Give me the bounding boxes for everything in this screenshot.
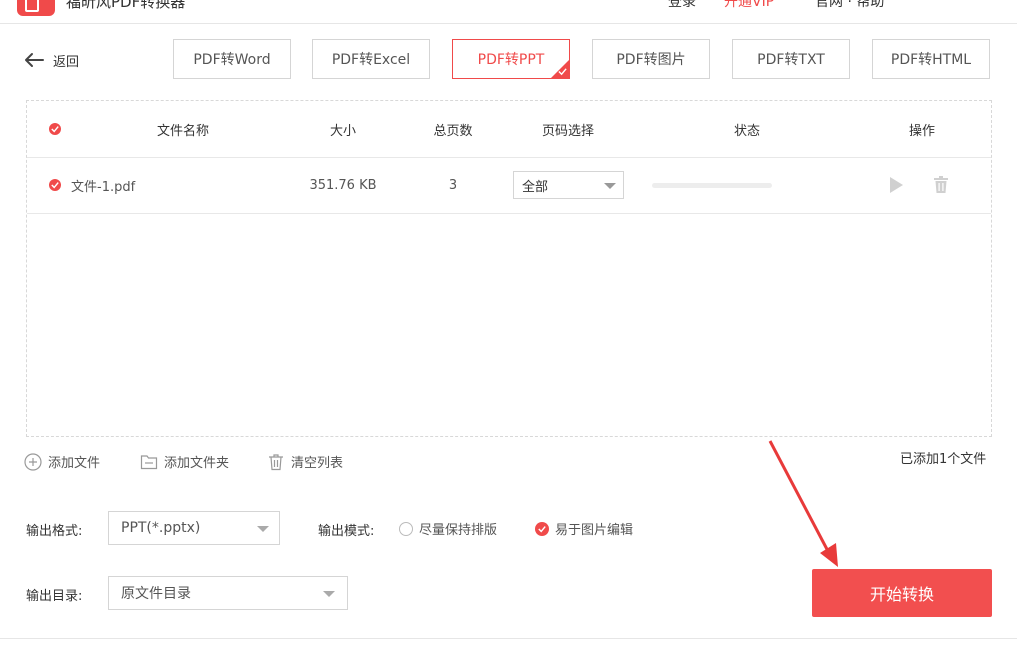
col-pages: 总页数 xyxy=(433,123,473,139)
login-link[interactable]: 登录 xyxy=(668,0,696,11)
tab-pdf-to-word[interactable]: PDF转Word xyxy=(173,39,291,79)
conversion-progress-bar xyxy=(652,183,772,188)
tab-pdf-to-image[interactable]: PDF转图片 xyxy=(592,39,710,79)
play-button[interactable] xyxy=(882,157,910,213)
file-size: 351.76 KB xyxy=(309,177,377,193)
mode-image-edit-radio[interactable]: 易于图片编辑 xyxy=(535,519,633,538)
output-format-select[interactable]: PPT(*.pptx) xyxy=(108,511,280,545)
output-format-value: PPT(*.pptx) xyxy=(121,520,201,536)
add-folder-label: 添加文件夹 xyxy=(164,456,230,471)
page-select-dropdown[interactable]: 全部 xyxy=(513,171,624,199)
chevron-down-icon xyxy=(323,591,335,597)
col-status: 状态 xyxy=(733,123,760,139)
table-header: 文件名称 大小 总页数 页码选择 状态 操作 xyxy=(27,101,991,158)
col-page-select: 页码选择 xyxy=(541,123,594,139)
tab-pdf-to-html[interactable]: PDF转HTML xyxy=(872,39,990,79)
start-convert-button[interactable]: 开始转换 xyxy=(812,569,992,617)
radio-unchecked-icon xyxy=(399,521,413,536)
tab-pdf-to-txt[interactable]: PDF转TXT xyxy=(732,39,850,79)
file-table: 文件名称 大小 总页数 页码选择 状态 操作 文件-1.pdf 351.76 K… xyxy=(26,100,992,437)
mode-keep-layout-label: 尽量保持排版 xyxy=(419,523,498,538)
clear-list-label: 清空列表 xyxy=(291,456,344,471)
vip-link[interactable]: 开通VIP xyxy=(724,0,774,11)
check-icon xyxy=(558,68,567,76)
back-label: 返回 xyxy=(53,54,80,70)
add-file-label: 添加文件 xyxy=(48,456,101,471)
output-mode-label: 输出模式: xyxy=(318,524,375,539)
check-icon xyxy=(51,126,59,133)
output-dir-select[interactable]: 原文件目录 xyxy=(108,576,348,610)
plus-circle-icon xyxy=(24,452,42,471)
output-dir-value: 原文件目录 xyxy=(121,586,191,602)
tab-label: PDF转图片 xyxy=(616,52,686,68)
back-button[interactable]: 返回 xyxy=(24,50,79,70)
tab-label: PDF转PPT xyxy=(477,52,545,68)
bottom-divider xyxy=(0,638,1017,639)
output-format-label: 输出格式: xyxy=(26,524,83,539)
trash-icon xyxy=(934,176,948,193)
col-actions: 操作 xyxy=(908,123,935,139)
delete-button[interactable] xyxy=(927,157,955,213)
added-count: 已添加1个文件 xyxy=(900,452,987,467)
radio-checked-icon xyxy=(535,521,549,536)
chevron-down-icon xyxy=(604,183,616,189)
check-icon xyxy=(51,182,59,189)
tab-label: PDF转Excel xyxy=(331,52,411,68)
arrow-left-icon xyxy=(25,53,44,67)
tab-label: PDF转TXT xyxy=(757,52,825,68)
table-row: 文件-1.pdf 351.76 KB 3 全部 xyxy=(27,157,991,214)
file-actions: 添加文件 添加文件夹 清空列表 xyxy=(24,430,354,471)
app-title: 福昕风PDF转换器 xyxy=(66,0,186,11)
file-name: 文件-1.pdf xyxy=(71,179,136,195)
mode-image-edit-label: 易于图片编辑 xyxy=(555,523,634,538)
row-checkbox[interactable] xyxy=(45,157,65,213)
page-select-value: 全部 xyxy=(522,179,549,195)
trash-icon xyxy=(269,453,283,470)
chevron-down-icon xyxy=(257,526,269,532)
tab-label: PDF转HTML xyxy=(890,52,972,68)
select-all-checkbox[interactable] xyxy=(45,101,65,157)
add-file-button[interactable]: 添加文件 xyxy=(24,452,100,471)
clear-list-button[interactable]: 清空列表 xyxy=(267,452,343,471)
play-icon xyxy=(890,177,903,193)
title-bar: 福昕风PDF转换器 登录 开通VIP 官网 · 帮助 xyxy=(0,0,1017,24)
add-folder-button[interactable]: 添加文件夹 xyxy=(140,452,229,471)
folder-icon xyxy=(140,454,158,469)
mode-keep-layout-radio[interactable]: 尽量保持排版 xyxy=(399,519,497,538)
tab-pdf-to-excel[interactable]: PDF转Excel xyxy=(312,39,430,79)
tab-label: PDF转Word xyxy=(193,52,271,68)
tab-pdf-to-ppt[interactable]: PDF转PPT xyxy=(452,39,570,79)
red-arrow-annotation xyxy=(768,440,838,567)
col-file-name: 文件名称 xyxy=(156,123,209,139)
help-links[interactable]: 官网 · 帮助 xyxy=(815,0,884,11)
output-dir-label: 输出目录: xyxy=(26,589,83,604)
app-logo-icon xyxy=(17,0,55,16)
col-size: 大小 xyxy=(329,123,356,139)
file-pages: 3 xyxy=(448,177,458,193)
